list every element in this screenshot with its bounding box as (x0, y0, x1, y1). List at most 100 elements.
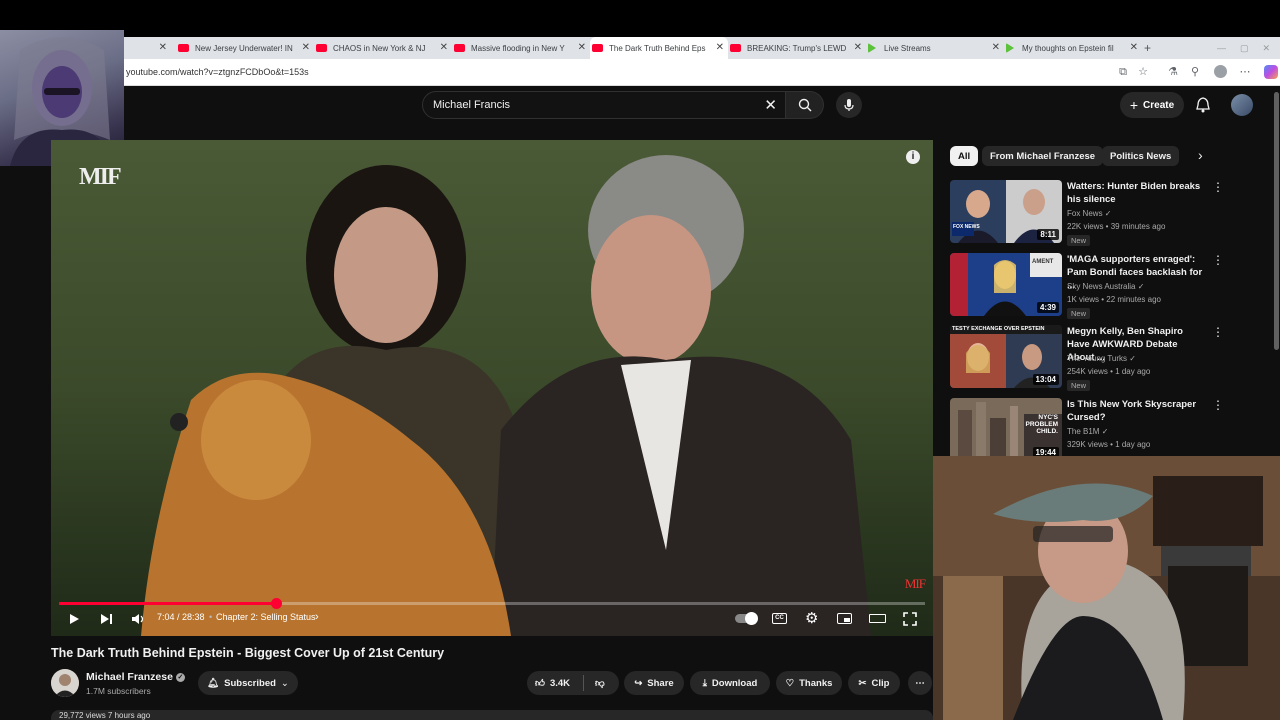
voice-search-button[interactable] (836, 92, 862, 118)
progress-scrubber[interactable] (270, 598, 282, 609)
recommendation-title[interactable]: Watters: Hunter Biden breaks his silence (1067, 180, 1207, 206)
search-icon (798, 98, 811, 112)
profile-icon[interactable] (1214, 65, 1227, 78)
video-thumbnail[interactable]: NYC'S PROBLEM CHILD. 19:44 (950, 398, 1062, 461)
thumbnail-overlay-text: TESTY EXCHANGE OVER EPSTEIN (952, 326, 1045, 332)
thanks-button[interactable]: ♡ Thanks (776, 671, 842, 695)
browser-tab-partial[interactable]: ✕ (124, 37, 171, 59)
video-duration: 8:11 (1037, 229, 1059, 240)
video-duration: 4:39 (1036, 302, 1059, 313)
tab-title: The Dark Truth Behind Eps (609, 43, 706, 53)
share-button[interactable]: ↪ Share (624, 671, 684, 695)
channel-avatar[interactable] (51, 669, 79, 697)
chips-next-icon[interactable]: › (1198, 147, 1203, 163)
browser-tab[interactable]: Live Streams ✕ (866, 37, 1004, 59)
notifications-bell-icon[interactable] (1196, 97, 1210, 118)
copilot-icon[interactable] (1264, 65, 1278, 79)
close-icon[interactable]: ✕ (302, 42, 310, 53)
create-button[interactable]: + Create (1120, 92, 1184, 118)
captions-icon[interactable]: CC (772, 613, 787, 624)
download-button[interactable]: ⤓ Download (690, 671, 770, 695)
chapter-title[interactable]: Chapter 2: Selling Status (216, 612, 316, 622)
recommendation-item[interactable]: AMENT 4:39 'MAGA supporters enraged': Pa… (950, 253, 1270, 319)
recommendation-item[interactable]: FOX NEWS 8:11 Watters: Hunter Biden brea… (950, 180, 1270, 246)
recommendation-channel[interactable]: Sky News Australia ✓ (1067, 282, 1144, 291)
video-player[interactable]: MIF MIF i (51, 140, 933, 636)
url-field[interactable]: youtube.com/watch?v=ztgnzFCDbOo&t=153s (126, 67, 309, 77)
video-thumbnail[interactable]: FOX NEWS 8:11 (950, 180, 1062, 243)
close-icon[interactable]: ✕ (992, 42, 1000, 53)
channel-name[interactable]: Michael Franzese ✓ (86, 671, 185, 683)
minimize-icon[interactable]: — (1217, 43, 1226, 53)
close-icon[interactable]: ✕ (440, 42, 448, 53)
miniplayer-icon[interactable] (837, 613, 852, 624)
clear-search-icon[interactable]: ✕ (764, 96, 777, 114)
theater-mode-icon[interactable] (869, 614, 886, 623)
clip-label: Clip (871, 677, 890, 689)
extension-icon[interactable]: ⚗ (1166, 65, 1180, 79)
play-icon[interactable] (68, 613, 80, 625)
youtube-icon (730, 44, 741, 52)
subscribed-button[interactable]: 🔔︎ Subscribed ⌄ (198, 671, 298, 695)
recommendation-item[interactable]: TESTY EXCHANGE OVER EPSTEIN 13:04 Megyn … (950, 325, 1270, 391)
menu-dots-icon[interactable]: ⋯ (1238, 65, 1252, 79)
browser-tab[interactable]: My thoughts on Epstein fil ✕ (1004, 37, 1142, 59)
views-and-date: 29,772 views 7 hours ago (59, 711, 151, 720)
more-vert-icon[interactable]: ⋮ (1212, 180, 1224, 194)
chip-all[interactable]: All (950, 146, 979, 166)
close-icon[interactable]: ✕ (1130, 42, 1138, 53)
recommendation-channel[interactable]: The Young Turks ✓ (1067, 354, 1136, 363)
more-actions-button[interactable]: ⋯ (908, 671, 932, 695)
chip-politics-news[interactable]: Politics News (1102, 146, 1180, 166)
more-vert-icon[interactable]: ⋮ (1212, 325, 1224, 339)
close-icon[interactable]: ✕ (854, 42, 862, 53)
recommendation-item[interactable]: NYC'S PROBLEM CHILD. 19:44 Is This New Y… (950, 398, 1270, 464)
microphone-icon (844, 99, 854, 111)
search-button[interactable] (786, 91, 824, 119)
corner-logo: MIF (904, 576, 926, 591)
autoplay-toggle[interactable] (735, 612, 758, 625)
maximize-icon[interactable]: ▢ (1240, 43, 1249, 54)
share-label: Share (647, 677, 674, 689)
channel-text: The B1M (1067, 427, 1100, 436)
recommendation-title[interactable]: Is This New York Skyscraper Cursed? (1067, 398, 1207, 424)
recommendation-meta: 329K views • 1 day ago (1067, 440, 1151, 449)
browser-tab[interactable]: CHAOS in New York & NJ ✕ (314, 37, 452, 59)
new-tab-button[interactable]: + (1144, 37, 1164, 59)
close-icon[interactable]: ✕ (716, 42, 724, 53)
recommendation-channel[interactable]: Fox News ✓ (1067, 209, 1112, 218)
account-avatar[interactable] (1231, 94, 1253, 116)
pin-icon[interactable]: ⚲ (1188, 65, 1202, 79)
more-vert-icon[interactable]: ⋮ (1212, 253, 1224, 267)
more-vert-icon[interactable]: ⋮ (1212, 398, 1224, 412)
channel-text: The Young Turks (1067, 354, 1128, 363)
thumbs-down-icon[interactable]: 👎︎ (595, 677, 605, 689)
clip-button[interactable]: ✂ Clip (848, 671, 900, 695)
description-box[interactable]: 29,772 views 7 hours ago (51, 710, 933, 720)
recommendation-channel[interactable]: The B1M ✓ (1067, 427, 1108, 436)
chip-from-channel[interactable]: From Michael Franzese (982, 146, 1104, 166)
fullscreen-icon[interactable] (903, 612, 917, 626)
progress-bar[interactable] (59, 598, 925, 609)
info-icon[interactable]: i (906, 150, 920, 164)
browser-tab[interactable]: New Jersey Underwater! IN ✕ (176, 37, 314, 59)
browser-tab[interactable]: Massive flooding in New Y ✕ (452, 37, 590, 59)
close-window-icon[interactable]: ✕ (1262, 43, 1270, 54)
verified-icon: ✓ (175, 673, 185, 682)
video-thumbnail[interactable]: AMENT 4:39 (950, 253, 1062, 316)
close-icon[interactable]: ✕ (578, 42, 586, 53)
browser-tab[interactable]: BREAKING: Trump's LEWD ✕ (728, 37, 866, 59)
next-icon[interactable] (100, 613, 113, 625)
volume-icon[interactable] (131, 613, 145, 625)
scrollbar[interactable] (1274, 92, 1279, 350)
chevron-right-icon[interactable]: › (315, 611, 319, 623)
search-input[interactable]: Michael Francis ✕ (422, 91, 786, 119)
video-thumbnail[interactable]: TESTY EXCHANGE OVER EPSTEIN 13:04 (950, 325, 1062, 388)
settings-gear-icon[interactable]: ⚙ (805, 609, 818, 627)
video-title: The Dark Truth Behind Epstein - Biggest … (51, 646, 445, 660)
browser-tab-active[interactable]: The Dark Truth Behind Eps ✕ (590, 37, 728, 59)
like-button[interactable]: 👍︎ 3.4K (535, 677, 570, 690)
open-in-app-icon[interactable]: ⧉ (1116, 65, 1130, 79)
close-icon[interactable]: ✕ (159, 42, 167, 53)
star-icon[interactable]: ☆ (1136, 65, 1150, 79)
